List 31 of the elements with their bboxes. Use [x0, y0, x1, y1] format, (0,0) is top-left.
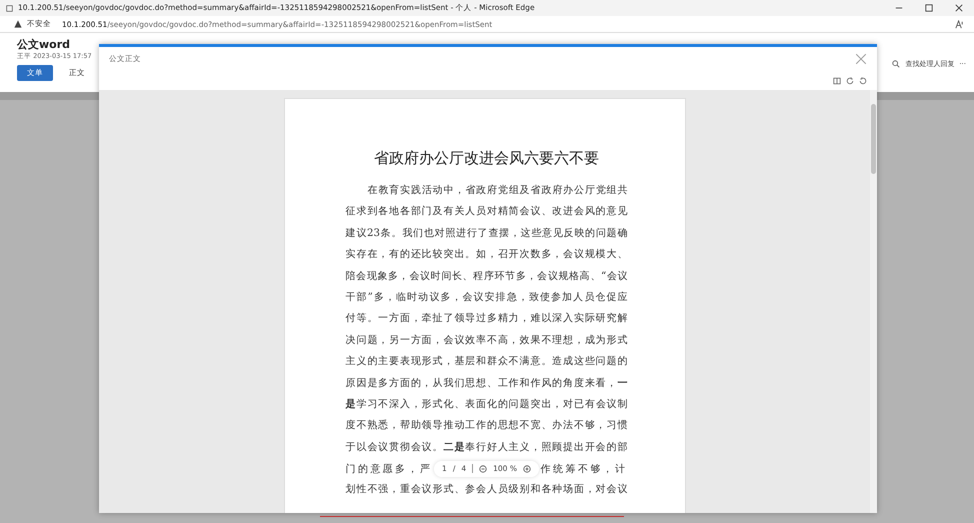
zoom-in-button[interactable]: [522, 464, 531, 473]
undo-button[interactable]: [859, 76, 867, 84]
read-aloud-icon[interactable]: [955, 20, 964, 28]
body-text-line: 付等。一方面，牵扯了领导过多精力，难以深入实际研究解: [346, 312, 628, 326]
warning-icon: [14, 20, 22, 28]
browser-icon: [6, 4, 13, 12]
body-text-line: 于以会议贯彻会议。二是奉行好人主义，照顾提出开会的部: [346, 440, 628, 455]
scrollbar[interactable]: [870, 90, 877, 513]
close-button[interactable]: [855, 53, 867, 65]
body-text-line: 征求到各地各部门及有关人员对精简会议、改进会风的意见: [346, 204, 628, 220]
search-icon: [892, 60, 900, 68]
body-text-line: 实存在，有的还比较突出。如，召开次数多，会议规模大、: [346, 248, 628, 262]
document-heading: 省政府办公厅改进会风六要六不要: [373, 149, 600, 168]
body-text-line: 主义的主要表现形式，基层和群众不满意。造成这些问题的: [346, 354, 628, 370]
body-text-line: 原因是多方面的，从我们思想、工作和作风的角度来看，一: [346, 376, 628, 391]
body-text-line: 建议23条。我们也对照进行了查摆，这些意见反映的问题确: [346, 226, 628, 241]
refresh-button[interactable]: [846, 76, 854, 84]
body-text-line: 作统筹不够，计: [540, 462, 628, 476]
body-text-line: 陪会现象多，会议时间长、程序环节多，会议规格高、“会议: [346, 270, 628, 284]
split-view-button[interactable]: [833, 76, 841, 84]
body-text-line: 度不熟悉，帮助领导推动工作的思想不宽、办法不够，习惯: [346, 418, 628, 434]
maximize-icon: [925, 4, 933, 12]
document-title: 公文word: [17, 37, 72, 52]
body-text-line: 划性不强，重会议形式、参会人员级别和各种场面，对会议: [346, 482, 628, 498]
body-text-line: 门的意愿多，严: [346, 462, 432, 476]
body-text-line: 在教育实践活动中，省政府党组及省政府办公厅党组共: [366, 184, 628, 198]
body-text-line: 干部”多，临时动议多，会议安排急，致使参加人员仓促应: [346, 290, 628, 305]
zoom-out-button[interactable]: [479, 464, 488, 473]
body-text-line: 是学习不深入，形式化、表面化的问题突出，对已有会议制: [346, 396, 628, 412]
close-icon: [955, 4, 963, 12]
body-text-line: 决问题，另一方面，会议效率不高，效果不理想，成为形式: [346, 334, 628, 348]
